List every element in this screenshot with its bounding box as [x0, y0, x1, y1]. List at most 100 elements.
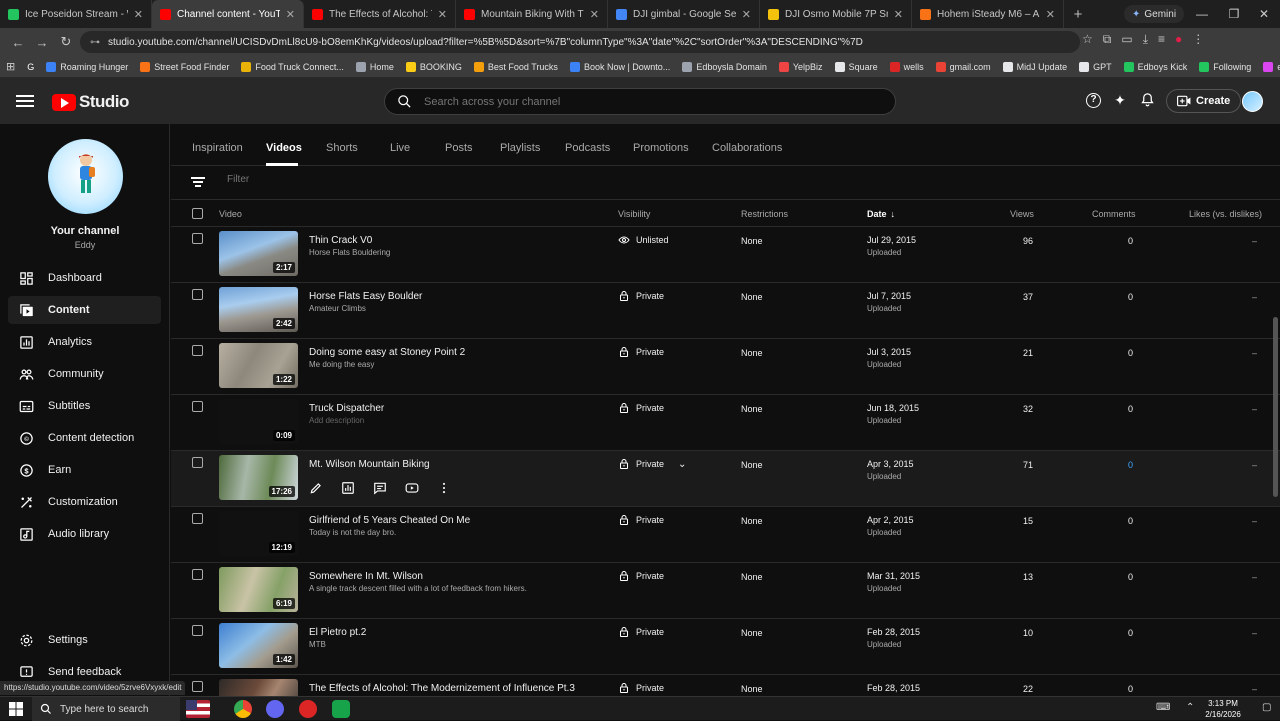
video-title[interactable]: Mt. Wilson Mountain Biking	[309, 459, 430, 470]
row-checkbox[interactable]	[192, 625, 203, 636]
video-thumbnail[interactable]: 17:26	[219, 455, 298, 500]
back-icon[interactable]: ←	[6, 35, 30, 50]
video-title[interactable]: The Effects of Alcohol: The Modernizemen…	[309, 683, 575, 694]
browser-tab[interactable]: DJI gimbal - Google Search ✕	[608, 0, 760, 28]
video-title[interactable]: Somewhere In Mt. Wilson	[309, 571, 423, 582]
channel-avatar[interactable]	[48, 139, 123, 214]
video-title[interactable]: Horse Flats Easy Boulder	[309, 291, 422, 302]
minimize-icon[interactable]: —	[1186, 0, 1218, 28]
bookmark-item[interactable]: Street Food Finder	[140, 61, 229, 72]
analytics-icon[interactable]	[341, 481, 355, 495]
row-checkbox[interactable]	[192, 569, 203, 580]
video-thumbnail[interactable]: 1:42	[219, 623, 298, 668]
record-app-icon[interactable]	[299, 700, 317, 718]
youtube-view-icon[interactable]	[405, 481, 419, 495]
notifications-icon[interactable]	[1139, 92, 1155, 108]
messenger-app-icon[interactable]	[266, 700, 284, 718]
table-row[interactable]: 6:19 Somewhere In Mt. Wilson A single trac…	[171, 563, 1280, 619]
tab-shorts[interactable]: Shorts	[326, 142, 358, 154]
tab-close-icon[interactable]: ✕	[286, 8, 295, 21]
video-title[interactable]: Doing some easy at Stoney Point 2	[309, 347, 465, 358]
close-window-icon[interactable]: ✕	[1248, 0, 1280, 28]
profile-icon[interactable]: ●	[1175, 32, 1182, 47]
bookmark-item[interactable]: gmail.com	[935, 61, 991, 72]
windows-start-icon[interactable]	[9, 702, 23, 716]
bookmark-item[interactable]: MidJ Update	[1002, 61, 1067, 72]
taskbar-search[interactable]: Type here to search	[32, 697, 180, 721]
comments-cell[interactable]: 0	[1101, 460, 1133, 470]
video-thumbnail[interactable]: 2:17	[219, 231, 298, 276]
table-row[interactable]: 17:26 Mt. Wilson Mountain Biking Private ⌄ N…	[171, 451, 1280, 507]
row-checkbox[interactable]	[192, 289, 203, 300]
channel-search[interactable]	[384, 88, 896, 115]
bookmark-item[interactable]: BOOKING	[405, 61, 462, 72]
browser-tab[interactable]: Hohem iSteady M6 – AI Track ✕	[912, 0, 1064, 28]
taskbar-clock[interactable]: 3:13 PM 2/16/2026	[1198, 698, 1248, 720]
media-icon[interactable]: ≡	[1158, 32, 1165, 47]
video-title[interactable]: Thin Crack V0	[309, 235, 372, 246]
bookmark-item[interactable]: GPT	[1079, 61, 1112, 72]
maximize-icon[interactable]: ❐	[1218, 0, 1250, 28]
tab-playlists[interactable]: Playlists	[500, 142, 540, 154]
video-thumbnail[interactable]: 12:19	[219, 511, 298, 556]
url-input[interactable]: ⊶ studio.youtube.com/channel/UCISDvDmLl8…	[80, 31, 1080, 53]
studio-logo[interactable]: Studio	[52, 92, 129, 112]
your-channel-label[interactable]: Your channel	[0, 225, 170, 237]
video-thumbnail[interactable]: 0:09	[219, 399, 298, 444]
sidebar-item-content-detection[interactable]: © Content detection	[8, 424, 161, 452]
tab-close-icon[interactable]: ✕	[1046, 8, 1055, 21]
table-row[interactable]: 2:17 Thin Crack V0 Horse Flats Bouldering U…	[171, 227, 1280, 283]
visibility-dropdown-chevron-icon[interactable]: ⌄	[678, 459, 686, 470]
row-checkbox[interactable]	[192, 233, 203, 244]
bookmark-star-icon[interactable]: ☆	[1082, 32, 1093, 47]
bookmark-item[interactable]: Home	[355, 61, 394, 72]
tab-close-icon[interactable]: ✕	[134, 8, 143, 21]
table-row[interactable]: 1:42 El Pietro pt.2 MTB Private None Feb 28, …	[171, 619, 1280, 675]
extensions-icon[interactable]: ⧉	[1103, 32, 1112, 47]
new-tab-button[interactable]: +	[1064, 6, 1092, 23]
row-checkbox[interactable]	[192, 345, 203, 356]
reload-icon[interactable]: ↻	[54, 34, 78, 50]
scrollbar-thumb[interactable]	[1273, 317, 1278, 497]
forward-icon[interactable]: →	[30, 35, 54, 50]
tab-close-icon[interactable]: ✕	[438, 8, 447, 21]
tab-videos[interactable]: Videos	[266, 142, 302, 154]
browser-tab[interactable]: Mountain Biking With The M ✕	[456, 0, 608, 28]
site-info-icon[interactable]: ⊶	[90, 37, 100, 48]
table-row[interactable]: 2:42 Horse Flats Easy Boulder Amateur Clim…	[171, 283, 1280, 339]
table-row[interactable]: 1:22 Doing some easy at Stoney Point 2 Me …	[171, 339, 1280, 395]
select-all-checkbox[interactable]	[192, 208, 203, 219]
video-thumbnail[interactable]: 2:42	[219, 287, 298, 332]
filter-input[interactable]	[227, 174, 527, 185]
table-row[interactable]: 12:19 Girlfriend of 5 Years Cheated On Me…	[171, 507, 1280, 563]
bookmark-item[interactable]: Best Food Trucks	[473, 61, 558, 72]
video-title[interactable]: El Pietro pt.2	[309, 627, 366, 638]
bookmark-item[interactable]: edboys insta	[1263, 61, 1280, 72]
bookmark-item[interactable]: Edboys Kick	[1123, 61, 1187, 72]
help-icon[interactable]: ?	[1086, 92, 1101, 108]
video-thumbnail[interactable]: 1:22	[219, 343, 298, 388]
tab-close-icon[interactable]: ✕	[742, 8, 751, 21]
apps-grid-icon[interactable]: ⊞	[6, 60, 15, 73]
tab-posts[interactable]: Posts	[445, 142, 473, 154]
browser-menu-icon[interactable]: ⋮	[1192, 32, 1204, 47]
row-checkbox[interactable]	[192, 401, 203, 412]
tab-promotions[interactable]: Promotions	[633, 142, 689, 154]
row-checkbox[interactable]	[192, 457, 203, 468]
gemini-button[interactable]: ✦ Gemini	[1124, 5, 1185, 23]
bookmark-item[interactable]: Roaming Hunger	[46, 61, 128, 72]
visibility-cell[interactable]: Private ⌄	[618, 458, 686, 470]
sidebar-item-dashboard[interactable]: Dashboard	[8, 264, 161, 292]
browser-tab[interactable]: The Effects of Alcohol: The M ✕	[304, 0, 456, 28]
sidebar-item-community[interactable]: Community	[8, 360, 161, 388]
bookmark-item[interactable]: Following	[1199, 61, 1251, 72]
tray-chevron-up-icon[interactable]: ⌃	[1186, 702, 1194, 713]
sparkle-icon[interactable]: ✦	[1112, 92, 1128, 108]
scrollbar[interactable]	[1271, 227, 1280, 696]
bookmark-item[interactable]: Book Now | Downto...	[569, 61, 670, 72]
browser-tab[interactable]: Ice Poseidon Stream - Wa ✕	[0, 0, 152, 28]
bookmark-item[interactable]: Square	[834, 61, 878, 72]
cast-icon[interactable]: ▭	[1121, 32, 1132, 47]
bookmark-item[interactable]: Food Truck Connect...	[241, 61, 344, 72]
table-row[interactable]: The Effects of Alcohol: The Modernizemen…	[171, 675, 1280, 696]
